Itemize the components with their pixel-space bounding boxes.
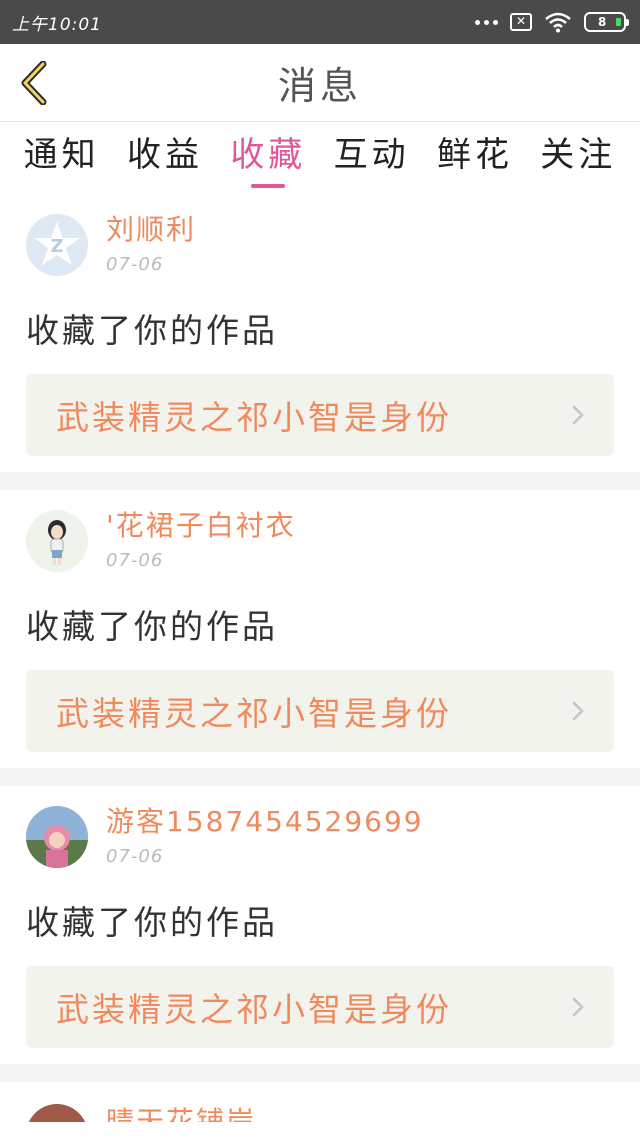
chevron-right-icon — [568, 997, 588, 1017]
avatar[interactable] — [26, 806, 88, 868]
date: 07-06 — [106, 254, 164, 275]
list-item: 游客1587454529699 07-06 收藏了你的作品 武装精灵之祁小智是身… — [0, 786, 640, 1064]
divider — [0, 472, 640, 490]
tab-follow[interactable]: 关注 — [536, 122, 620, 194]
status-time: 上午10:01 — [12, 14, 102, 35]
back-button[interactable] — [14, 60, 54, 106]
work-title: 武装精灵之祁小智是身份 — [56, 398, 452, 437]
tab-earnings[interactable]: 收益 — [123, 122, 207, 194]
divider — [0, 768, 640, 786]
chevron-left-icon — [21, 61, 47, 105]
action-text: 收藏了你的作品 — [26, 607, 278, 646]
notification-list: Z 刘顺利 07-06 收藏了你的作品 武装精灵之祁小智是身份 '花裙子白衬衣 … — [0, 194, 640, 1122]
username[interactable]: 晴天花铺岸 — [106, 1104, 256, 1122]
action-text: 收藏了你的作品 — [26, 311, 278, 350]
page-title: 消息 — [277, 64, 362, 108]
list-item: 晴天花铺岸 — [0, 1082, 640, 1122]
work-link[interactable]: 武装精灵之祁小智是身份 — [26, 374, 614, 456]
wifi-icon — [545, 12, 571, 33]
chevron-right-icon — [568, 405, 588, 425]
more-dots-icon — [475, 19, 498, 25]
avatar[interactable]: Z — [26, 214, 88, 276]
date: 07-06 — [106, 550, 164, 571]
username[interactable]: 游客1587454529699 — [106, 804, 424, 840]
tab-flowers[interactable]: 鲜花 — [433, 122, 517, 194]
avatar[interactable] — [26, 1104, 88, 1122]
chevron-right-icon — [568, 701, 588, 721]
battery-icon: 8 — [584, 12, 629, 32]
work-link[interactable]: 武装精灵之祁小智是身份 — [26, 966, 614, 1048]
battery-level: 8 — [598, 15, 607, 29]
girl-avatar-icon — [26, 510, 88, 572]
photo-avatar-icon — [26, 806, 88, 868]
work-title: 武装精灵之祁小智是身份 — [56, 990, 452, 1029]
work-title: 武装精灵之祁小智是身份 — [56, 694, 452, 733]
status-icons: ✕ 8 — [475, 11, 629, 33]
list-item: '花裙子白衬衣 07-06 收藏了你的作品 武装精灵之祁小智是身份 — [0, 490, 640, 768]
tab-favorites[interactable]: 收藏 — [226, 122, 310, 194]
date: 07-06 — [106, 846, 164, 867]
tab-notice[interactable]: 通知 — [20, 122, 104, 194]
status-bar: 上午10:01 ✕ 8 — [0, 0, 640, 44]
tab-bar: 通知 收益 收藏 互动 鲜花 关注 — [0, 122, 640, 194]
list-item: Z 刘顺利 07-06 收藏了你的作品 武装精灵之祁小智是身份 — [0, 194, 640, 472]
username[interactable]: 刘顺利 — [106, 212, 196, 248]
username[interactable]: '花裙子白衬衣 — [106, 508, 296, 544]
work-link[interactable]: 武装精灵之祁小智是身份 — [26, 670, 614, 752]
avatar[interactable] — [26, 510, 88, 572]
action-text: 收藏了你的作品 — [26, 903, 278, 942]
svg-text:Z: Z — [50, 236, 63, 257]
tab-interaction[interactable]: 互动 — [330, 122, 414, 194]
default-avatar-icon: Z — [26, 214, 88, 276]
title-bar: 消息 — [0, 44, 640, 122]
divider — [0, 1064, 640, 1082]
sim-x-icon: ✕ — [510, 13, 532, 31]
